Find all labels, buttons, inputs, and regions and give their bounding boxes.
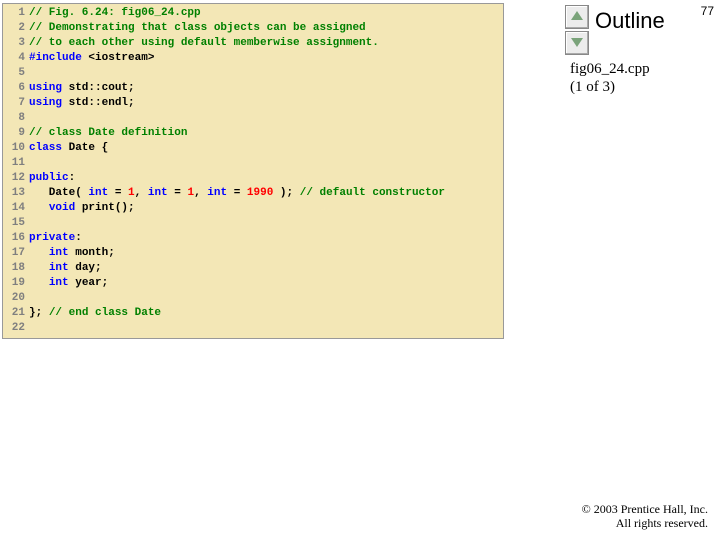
- line-number: 16: [3, 231, 29, 246]
- line-number: 8: [3, 111, 29, 126]
- code-line: 18 int day;: [3, 261, 503, 276]
- line-number: 12: [3, 171, 29, 186]
- code-text: #include <iostream>: [29, 51, 154, 66]
- line-number: 20: [3, 291, 29, 306]
- code-line: 13 Date( int = 1, int = 1, int = 1990 );…: [3, 186, 503, 201]
- caption-file: fig06_24.cpp: [570, 60, 650, 78]
- code-line: 11: [3, 156, 503, 171]
- line-number: 7: [3, 96, 29, 111]
- line-number: 3: [3, 36, 29, 51]
- code-line: 1// Fig. 6.24: fig06_24.cpp: [3, 6, 503, 21]
- code-text: public:: [29, 171, 75, 186]
- line-number: 2: [3, 21, 29, 36]
- code-text: }; // end class Date: [29, 306, 161, 321]
- code-line: 20: [3, 291, 503, 306]
- line-number: 22: [3, 321, 29, 336]
- code-text: using std::cout;: [29, 81, 135, 96]
- code-line: 2// Demonstrating that class objects can…: [3, 21, 503, 36]
- line-number: 1: [3, 6, 29, 21]
- line-number: 4: [3, 51, 29, 66]
- code-line: 19 int year;: [3, 276, 503, 291]
- copyright-footer: © 2003 Prentice Hall, Inc. All rights re…: [582, 502, 708, 530]
- code-text: [29, 156, 36, 171]
- code-line: 3// to each other using default memberwi…: [3, 36, 503, 51]
- code-line: 14 void print();: [3, 201, 503, 216]
- next-slide-button[interactable]: [565, 31, 589, 55]
- line-number: 9: [3, 126, 29, 141]
- code-text: // to each other using default memberwis…: [29, 36, 379, 51]
- code-text: void print();: [29, 201, 135, 216]
- code-text: // Fig. 6.24: fig06_24.cpp: [29, 6, 201, 21]
- code-line: 21}; // end class Date: [3, 306, 503, 321]
- code-line: 15: [3, 216, 503, 231]
- line-number: 19: [3, 276, 29, 291]
- triangle-down-icon: [571, 38, 583, 47]
- code-text: // class Date definition: [29, 126, 187, 141]
- code-text: [29, 291, 36, 306]
- code-text: int day;: [29, 261, 102, 276]
- code-line: 4#include <iostream>: [3, 51, 503, 66]
- code-line: 8: [3, 111, 503, 126]
- code-text: private:: [29, 231, 82, 246]
- code-line: 10class Date {: [3, 141, 503, 156]
- line-number: 10: [3, 141, 29, 156]
- code-line: 9// class Date definition: [3, 126, 503, 141]
- line-number: 13: [3, 186, 29, 201]
- page-number: 77: [701, 4, 714, 18]
- outline-heading: Outline: [595, 8, 665, 34]
- prev-slide-button[interactable]: [565, 5, 589, 29]
- line-number: 18: [3, 261, 29, 276]
- code-text: Date( int = 1, int = 1, int = 1990 ); //…: [29, 186, 445, 201]
- code-line: 6using std::cout;: [3, 81, 503, 96]
- code-text: class Date {: [29, 141, 108, 156]
- code-line: 16private:: [3, 231, 503, 246]
- copyright-line1: © 2003 Prentice Hall, Inc.: [582, 502, 708, 516]
- code-line: 17 int month;: [3, 246, 503, 261]
- line-number: 21: [3, 306, 29, 321]
- nav-buttons: [565, 5, 589, 57]
- line-number: 15: [3, 216, 29, 231]
- code-text: using std::endl;: [29, 96, 135, 111]
- code-text: int year;: [29, 276, 108, 291]
- code-line: 22: [3, 321, 503, 336]
- code-text: int month;: [29, 246, 115, 261]
- code-line: 5: [3, 66, 503, 81]
- slide-caption: fig06_24.cpp (1 of 3): [570, 60, 650, 96]
- code-text: [29, 66, 36, 81]
- copyright-line2: All rights reserved.: [582, 516, 708, 530]
- code-line: 12public:: [3, 171, 503, 186]
- line-number: 14: [3, 201, 29, 216]
- line-number: 5: [3, 66, 29, 81]
- line-number: 17: [3, 246, 29, 261]
- code-text: [29, 321, 36, 336]
- code-text: // Demonstrating that class objects can …: [29, 21, 366, 36]
- code-text: [29, 111, 36, 126]
- triangle-up-icon: [571, 11, 583, 20]
- line-number: 6: [3, 81, 29, 96]
- code-listing: 1// Fig. 6.24: fig06_24.cpp2// Demonstra…: [2, 3, 504, 339]
- code-line: 7using std::endl;: [3, 96, 503, 111]
- caption-part: (1 of 3): [570, 78, 650, 96]
- code-text: [29, 216, 36, 231]
- line-number: 11: [3, 156, 29, 171]
